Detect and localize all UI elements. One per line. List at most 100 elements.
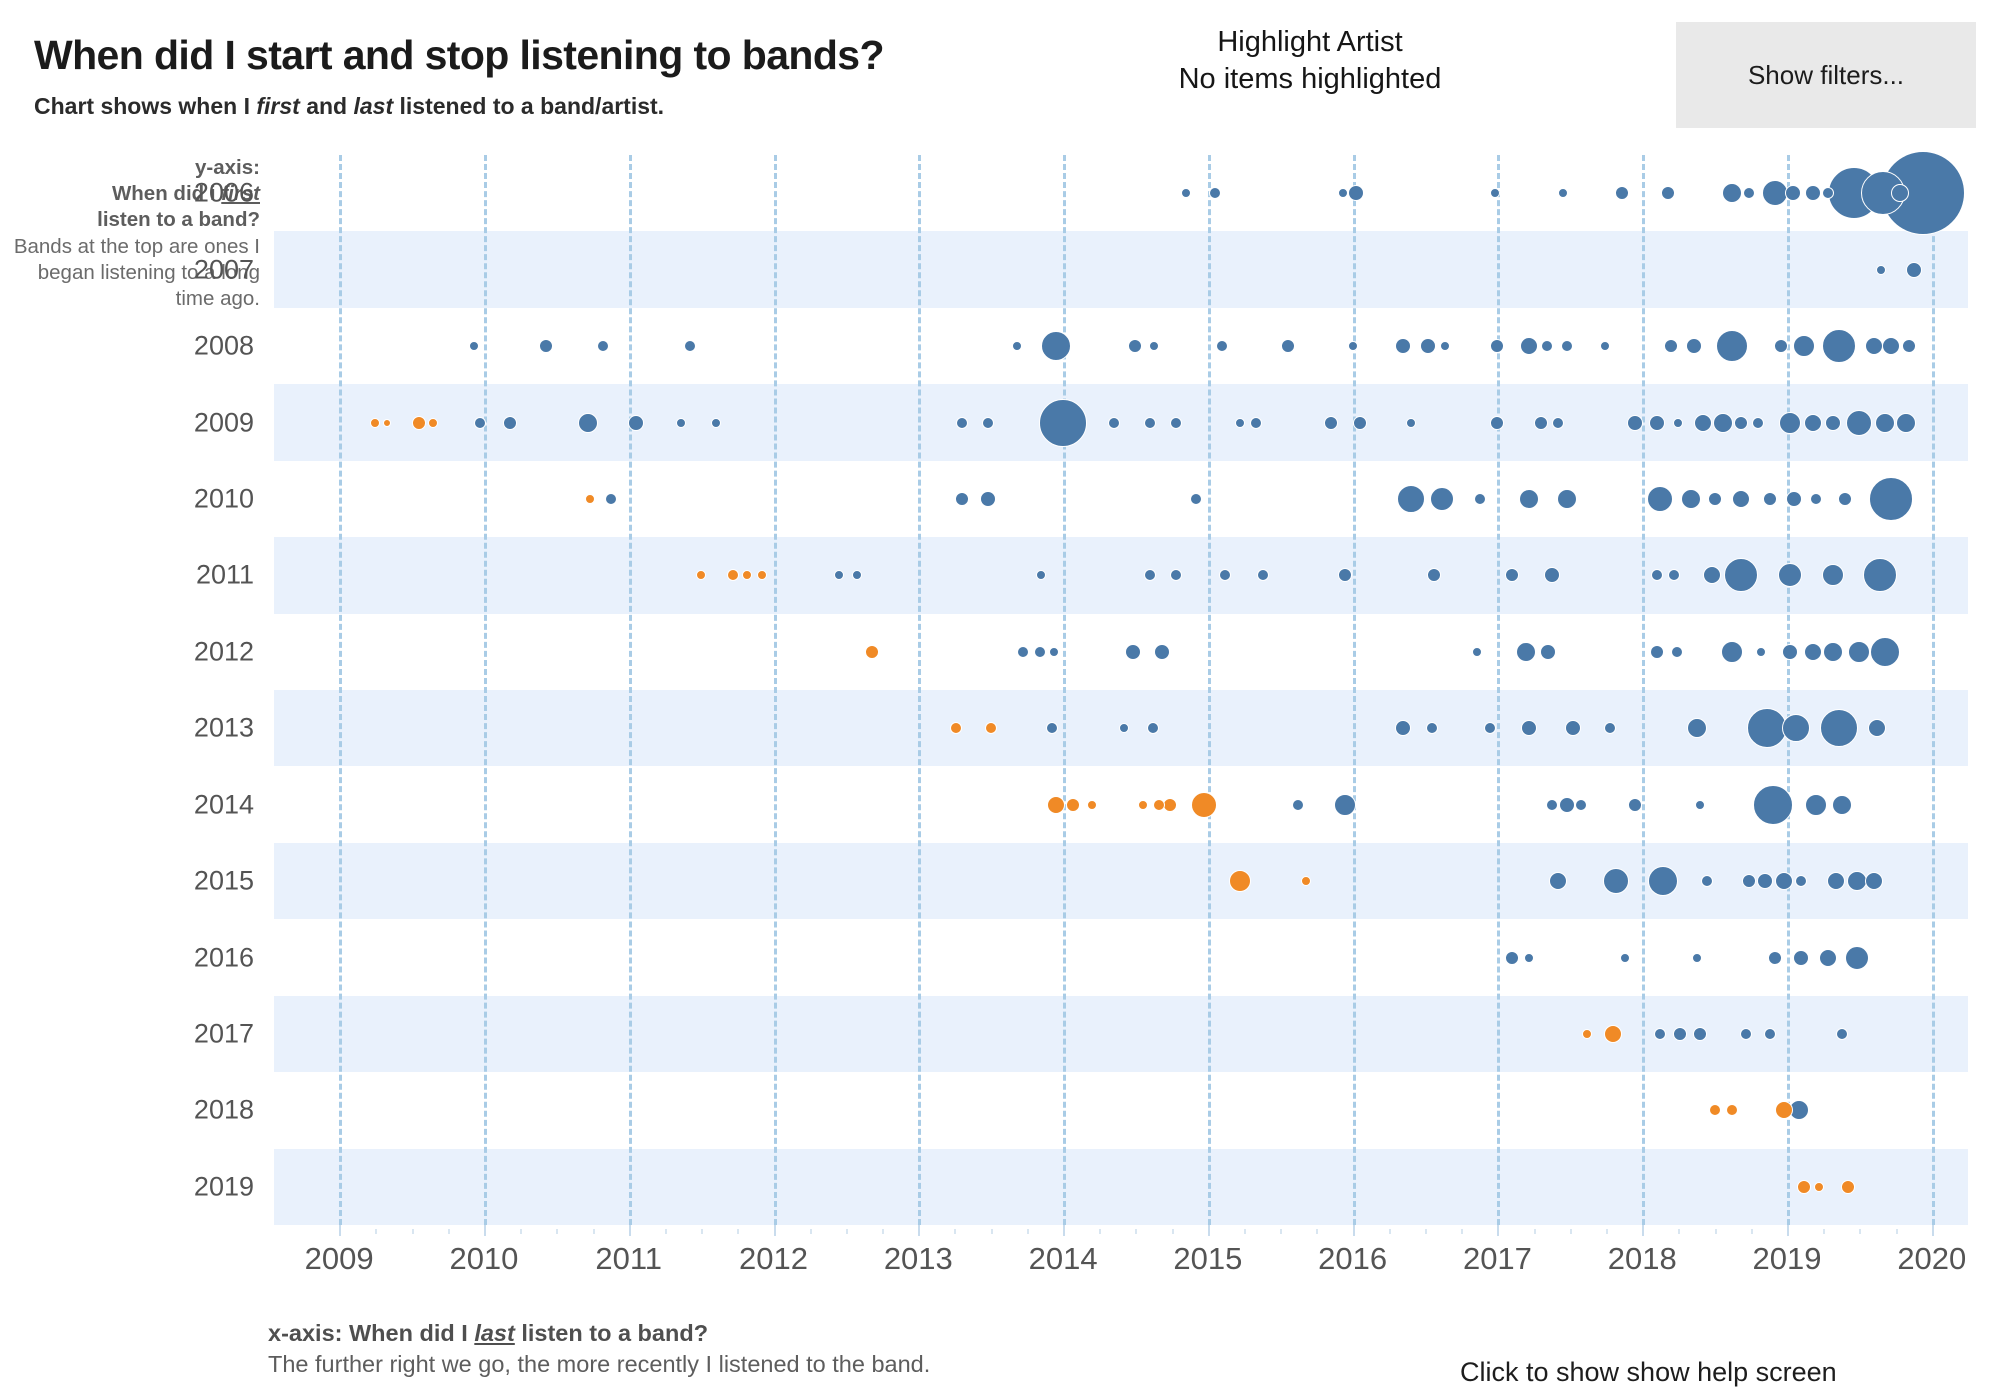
data-point[interactable] — [1822, 329, 1857, 364]
data-point[interactable] — [1560, 340, 1573, 353]
data-point[interactable] — [954, 491, 969, 506]
data-point[interactable] — [1775, 872, 1794, 891]
data-point[interactable] — [955, 416, 968, 429]
data-point[interactable] — [1128, 339, 1143, 354]
data-point[interactable] — [696, 570, 707, 581]
data-point[interactable] — [428, 417, 439, 428]
data-point[interactable] — [1725, 1104, 1738, 1117]
data-point[interactable] — [1681, 488, 1702, 509]
data-point[interactable] — [984, 722, 997, 735]
data-point[interactable] — [1405, 417, 1416, 428]
data-point[interactable] — [1693, 1026, 1708, 1041]
data-point[interactable] — [1163, 797, 1178, 812]
show-filters-button[interactable]: Show filters... — [1676, 22, 1976, 128]
data-point[interactable] — [1809, 492, 1822, 505]
data-point[interactable] — [1603, 868, 1630, 895]
data-point[interactable] — [1673, 417, 1684, 428]
data-point[interactable] — [1190, 791, 1217, 818]
data-point[interactable] — [1490, 339, 1505, 354]
data-point[interactable] — [1650, 569, 1663, 582]
data-point[interactable] — [1626, 414, 1643, 431]
data-point[interactable] — [1039, 398, 1088, 447]
data-point[interactable] — [710, 417, 721, 428]
data-point[interactable] — [1825, 414, 1842, 431]
data-point[interactable] — [1797, 1179, 1812, 1194]
data-point[interactable] — [468, 341, 479, 352]
data-point[interactable] — [1540, 643, 1557, 660]
data-point[interactable] — [1118, 723, 1129, 734]
data-point[interactable] — [1713, 412, 1734, 433]
data-point[interactable] — [1604, 1024, 1623, 1043]
data-point[interactable] — [1087, 799, 1098, 810]
data-point[interactable] — [605, 492, 618, 505]
data-point[interactable] — [1895, 412, 1916, 433]
data-point[interactable] — [1869, 476, 1914, 521]
data-point[interactable] — [1604, 722, 1617, 735]
data-point[interactable] — [1256, 569, 1269, 582]
data-point[interactable] — [742, 570, 753, 581]
data-point[interactable] — [1762, 491, 1777, 506]
data-point[interactable] — [1430, 486, 1455, 511]
help-screen-link[interactable]: Click to show show help screen — [1460, 1357, 1837, 1388]
data-point[interactable] — [1170, 416, 1183, 429]
data-point[interactable] — [1708, 1104, 1721, 1117]
data-point[interactable] — [1520, 337, 1539, 356]
data-point[interactable] — [370, 417, 381, 428]
data-point[interactable] — [1301, 876, 1312, 887]
data-point[interactable] — [1033, 645, 1046, 658]
data-point[interactable] — [1396, 484, 1425, 513]
data-point[interactable] — [1046, 795, 1065, 814]
data-point[interactable] — [683, 340, 696, 353]
data-point[interactable] — [1774, 339, 1789, 354]
data-point[interactable] — [756, 570, 767, 581]
data-point[interactable] — [1821, 187, 1834, 200]
data-point[interactable] — [1490, 415, 1505, 430]
data-point[interactable] — [1170, 569, 1183, 582]
data-point[interactable] — [1504, 950, 1519, 965]
data-point[interactable] — [1805, 185, 1822, 202]
data-point[interactable] — [1544, 567, 1561, 584]
data-point[interactable] — [1546, 798, 1559, 811]
data-point[interactable] — [979, 490, 996, 507]
data-point[interactable] — [1793, 335, 1816, 358]
data-point[interactable] — [1867, 719, 1886, 738]
data-point[interactable] — [1619, 952, 1630, 963]
data-point[interactable] — [1670, 645, 1683, 658]
data-point[interactable] — [1347, 185, 1364, 202]
data-point[interactable] — [1755, 646, 1766, 657]
data-point[interactable] — [1864, 872, 1883, 891]
data-point[interactable] — [1564, 720, 1581, 737]
data-point[interactable] — [1419, 338, 1436, 355]
data-point[interactable] — [1323, 415, 1338, 430]
data-point[interactable] — [1649, 644, 1664, 659]
data-point[interactable] — [1152, 798, 1165, 811]
data-point[interactable] — [1395, 338, 1412, 355]
data-point[interactable] — [1143, 416, 1156, 429]
data-point[interactable] — [539, 339, 554, 354]
data-point[interactable] — [1599, 341, 1610, 352]
data-point[interactable] — [1864, 337, 1883, 356]
data-point[interactable] — [1846, 409, 1873, 436]
data-point[interactable] — [1777, 563, 1802, 588]
data-point[interactable] — [1694, 413, 1713, 432]
data-point[interactable] — [726, 569, 739, 582]
data-point[interactable] — [1813, 1181, 1824, 1192]
data-point[interactable] — [1049, 646, 1060, 657]
data-point[interactable] — [864, 644, 879, 659]
data-point[interactable] — [1836, 1027, 1849, 1040]
data-point[interactable] — [1181, 188, 1192, 199]
data-point[interactable] — [1720, 640, 1743, 663]
data-point[interactable] — [1848, 640, 1871, 663]
data-point[interactable] — [1484, 722, 1497, 735]
data-point[interactable] — [1648, 414, 1665, 431]
data-point[interactable] — [1582, 1028, 1593, 1039]
data-point[interactable] — [1846, 871, 1867, 892]
data-point[interactable] — [1686, 338, 1703, 355]
data-point[interactable] — [1516, 641, 1537, 662]
data-point[interactable] — [1752, 416, 1765, 429]
data-point[interactable] — [584, 493, 595, 504]
data-point[interactable] — [1695, 799, 1706, 810]
data-point[interactable] — [1149, 341, 1160, 352]
data-point[interactable] — [1219, 569, 1232, 582]
data-point[interactable] — [1107, 416, 1120, 429]
